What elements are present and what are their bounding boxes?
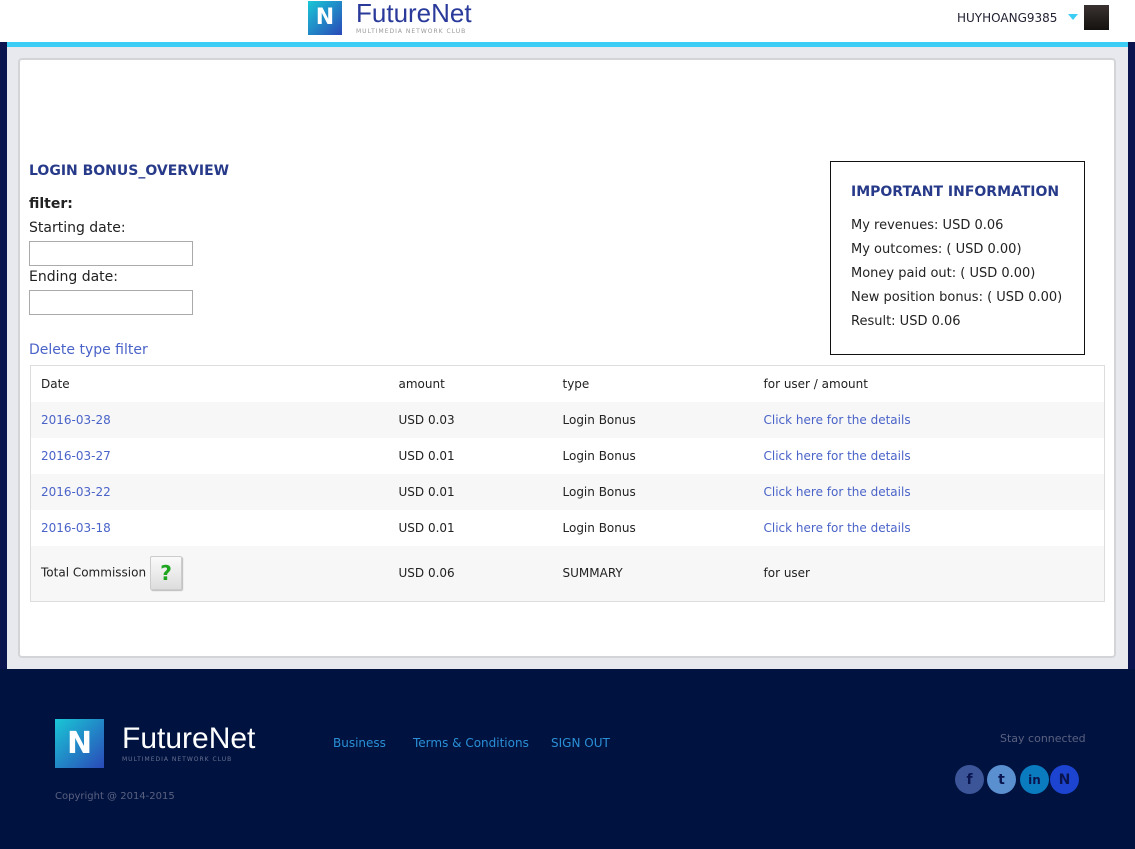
table-header: Date amount type for user / amount bbox=[31, 366, 1105, 402]
info-paid-out: Money paid out: ( USD 0.00) bbox=[851, 266, 1036, 281]
type: Login Bonus bbox=[562, 484, 636, 499]
username[interactable]: HUYHOANG9385 bbox=[957, 11, 1057, 25]
table-row: 2016-03-18 USD 0.01 Login Bonus Click here … bbox=[31, 510, 1105, 546]
footer-logo[interactable]: N FutureNet MULTIMEDIA NETWORK CLUB bbox=[55, 719, 255, 768]
start-date-label: Starting date: bbox=[29, 220, 126, 236]
details-link[interactable]: Click here for the details bbox=[764, 485, 911, 499]
type: Login Bonus bbox=[562, 520, 636, 535]
footer-link-sign-out[interactable]: SIGN OUT bbox=[551, 736, 610, 750]
start-date-input[interactable] bbox=[29, 241, 193, 266]
total-label: Total Commission bbox=[41, 565, 147, 580]
logo-tagline: MULTIMEDIA NETWORK CLUB bbox=[356, 28, 467, 35]
details-link[interactable]: Click here for the details bbox=[764, 413, 911, 427]
date-link[interactable]: 2016-03-27 bbox=[41, 449, 111, 463]
amount: USD 0.01 bbox=[398, 484, 455, 499]
total-row: Total Commission? USD 0.06 SUMMARY for user bbox=[30, 545, 1105, 602]
total-type: SUMMARY bbox=[562, 566, 623, 581]
type: Login Bonus bbox=[562, 448, 636, 463]
stay-connected-label: Stay connected bbox=[1000, 732, 1086, 745]
footer-link-terms[interactable]: Terms & Conditions bbox=[413, 736, 529, 750]
avatar[interactable] bbox=[1084, 5, 1109, 30]
table-row: 2016-03-28 USD 0.03 Login Bonus Click here … bbox=[30, 401, 1105, 438]
page-title: LOGIN BONUS_OVERVIEW bbox=[29, 163, 230, 179]
facebook-icon[interactable]: f bbox=[955, 765, 984, 794]
info-title: IMPORTANT INFORMATION bbox=[851, 184, 1060, 200]
futurenet-logo-icon: N bbox=[55, 719, 104, 768]
footer-logo-text: FutureNet bbox=[122, 722, 256, 755]
linkedin-icon[interactable]: in bbox=[1020, 765, 1049, 794]
info-outcomes: My outcomes: ( USD 0.00) bbox=[851, 242, 1022, 257]
date-link[interactable]: 2016-03-22 bbox=[41, 485, 111, 499]
end-date-label: Ending date: bbox=[29, 269, 118, 285]
logo-text: FutureNet bbox=[356, 0, 472, 28]
end-date-input[interactable] bbox=[29, 290, 193, 315]
header-amount: amount bbox=[398, 376, 445, 391]
important-information-box: IMPORTANT INFORMATION My revenues: USD 0… bbox=[830, 161, 1085, 355]
filter-label: filter: bbox=[29, 196, 73, 212]
info-revenues: My revenues: USD 0.06 bbox=[851, 218, 1004, 233]
amount: USD 0.01 bbox=[398, 520, 455, 535]
amount: USD 0.03 bbox=[398, 412, 455, 427]
copyright: Copyright @ 2014-2015 bbox=[55, 791, 175, 802]
details-link[interactable]: Click here for the details bbox=[764, 449, 911, 463]
table-row: 2016-03-27 USD 0.01 Login Bonus Click here … bbox=[31, 438, 1105, 474]
type: Login Bonus bbox=[562, 412, 636, 427]
footer-logo-tagline: MULTIMEDIA NETWORK CLUB bbox=[122, 756, 233, 763]
total-amount: USD 0.06 bbox=[398, 566, 455, 581]
header-type: type bbox=[562, 376, 590, 391]
date-link[interactable]: 2016-03-18 bbox=[41, 521, 111, 535]
date-link[interactable]: 2016-03-28 bbox=[41, 413, 111, 427]
twitter-icon[interactable]: t bbox=[987, 765, 1016, 794]
info-result: Result: USD 0.06 bbox=[851, 314, 961, 329]
table-row: 2016-03-22 USD 0.01 Login Bonus Click here … bbox=[30, 473, 1105, 510]
amount: USD 0.01 bbox=[398, 448, 455, 463]
bonus-table: Date amount type for user / amount 2016-… bbox=[30, 365, 1105, 602]
user-menu-caret-icon[interactable] bbox=[1068, 14, 1078, 20]
footer-link-business[interactable]: Business bbox=[333, 736, 386, 750]
header-date: Date bbox=[41, 376, 70, 391]
futurenet-icon[interactable]: N bbox=[1050, 765, 1079, 794]
header-logo[interactable]: N FutureNet MULTIMEDIA NETWORK CLUB bbox=[308, 0, 472, 35]
details-link[interactable]: Click here for the details bbox=[764, 521, 911, 535]
help-button[interactable]: ? bbox=[150, 556, 183, 591]
delete-type-filter-link[interactable]: Delete type filter bbox=[29, 342, 148, 358]
total-user: for user bbox=[763, 566, 811, 581]
futurenet-logo-icon: N bbox=[308, 0, 342, 35]
info-position-bonus: New position bonus: ( USD 0.00) bbox=[851, 290, 1063, 305]
header-for-user: for user / amount bbox=[763, 376, 868, 391]
